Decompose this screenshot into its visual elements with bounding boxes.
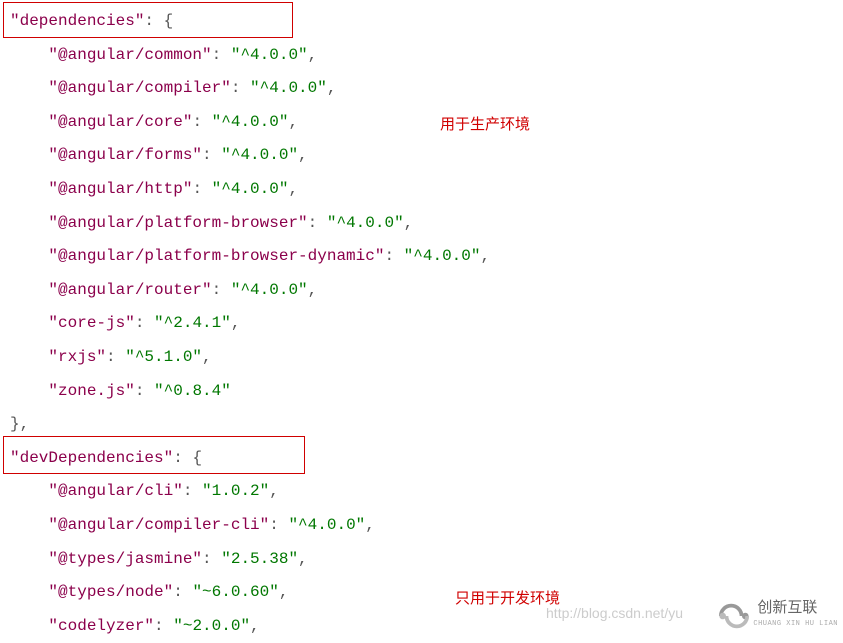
dep-entry: "@types/jasmine": "2.5.38", xyxy=(10,543,833,577)
colon: : xyxy=(192,180,211,198)
dependencies-key: "dependencies" xyxy=(10,12,144,30)
dep-value: "1.0.2" xyxy=(202,482,269,500)
dep-key: "zone.js" xyxy=(48,382,134,400)
comma: , xyxy=(308,46,318,64)
dep-entry: "codelyzer": "~2.0.0", xyxy=(10,610,833,643)
comma: , xyxy=(404,214,414,232)
colon: : xyxy=(212,46,231,64)
dep-entry: "@angular/cli": "1.0.2", xyxy=(10,475,833,509)
dep-key: "@angular/router" xyxy=(48,281,211,299)
dep-value: "^4.0.0" xyxy=(212,180,289,198)
dep-entry: "@angular/compiler-cli": "^4.0.0", xyxy=(10,509,833,543)
dep-entry: "@angular/platform-browser-dynamic": "^4… xyxy=(10,240,833,274)
colon: : xyxy=(183,482,202,500)
brand-name-cn: 创新互联 xyxy=(757,600,838,617)
dep-key: "@angular/common" xyxy=(48,46,211,64)
comma: , xyxy=(298,550,308,568)
colon: : xyxy=(269,516,288,534)
dep-value: "~6.0.60" xyxy=(192,583,278,601)
dep-entry: "core-js": "^2.4.1", xyxy=(10,307,833,341)
watermark-url: http://blog.csdn.net/yu xyxy=(546,599,683,628)
dep-key: "@angular/http" xyxy=(48,180,192,198)
dep-key: "@angular/forms" xyxy=(48,146,202,164)
dep-entry: "@angular/common": "^4.0.0", xyxy=(10,39,833,73)
colon: : xyxy=(135,382,154,400)
dep-value: "^4.0.0" xyxy=(404,247,481,265)
dep-key: "@angular/core" xyxy=(48,113,192,131)
colon: : xyxy=(173,583,192,601)
colon: : xyxy=(231,79,250,97)
dep-entry: "@angular/compiler": "^4.0.0", xyxy=(10,72,833,106)
dep-value: "^0.8.4" xyxy=(154,382,231,400)
dep-key: "codelyzer" xyxy=(48,617,154,635)
colon: : xyxy=(308,214,327,232)
brand-logo-icon xyxy=(715,600,753,632)
comma: , xyxy=(288,113,298,131)
open-brace: : { xyxy=(173,449,202,467)
dep-value: "^4.0.0" xyxy=(212,113,289,131)
dep-entry: "@angular/router": "^4.0.0", xyxy=(10,274,833,308)
dep-entry: "@angular/forms": "^4.0.0", xyxy=(10,139,833,173)
devdependencies-list: "@angular/cli": "1.0.2", "@angular/compi… xyxy=(10,475,833,643)
dep-value: "^4.0.0" xyxy=(288,516,365,534)
comma: , xyxy=(298,146,308,164)
dep-key: "@angular/compiler-cli" xyxy=(48,516,269,534)
dep-value: "^4.0.0" xyxy=(327,214,404,232)
colon: : xyxy=(202,146,221,164)
colon: : xyxy=(135,314,154,332)
open-brace: : { xyxy=(144,12,173,30)
dependencies-close: }, xyxy=(10,408,833,442)
colon: : xyxy=(192,113,211,131)
dep-entry: "zone.js": "^0.8.4" xyxy=(10,375,833,409)
dep-entry: "@types/node": "~6.0.60", xyxy=(10,576,833,610)
dep-value: "^4.0.0" xyxy=(231,281,308,299)
devdependencies-key: "devDependencies" xyxy=(10,449,173,467)
dep-key: "@types/jasmine" xyxy=(48,550,202,568)
dep-entry: "@angular/core": "^4.0.0", xyxy=(10,106,833,140)
annotation-production: 用于生产环境 xyxy=(440,110,530,142)
dep-key: "@angular/platform-browser" xyxy=(48,214,307,232)
dep-value: "^4.0.0" xyxy=(231,46,308,64)
colon: : xyxy=(212,281,231,299)
dep-value: "^2.4.1" xyxy=(154,314,231,332)
dep-value: "^4.0.0" xyxy=(250,79,327,97)
dep-entry: "@angular/platform-browser": "^4.0.0", xyxy=(10,207,833,241)
brand-logo: 创新互联 CHUANG XIN HU LIAN xyxy=(715,600,838,632)
annotation-development: 只用于开发环境 xyxy=(455,584,560,616)
comma: , xyxy=(250,617,260,635)
dep-value: "^4.0.0" xyxy=(221,146,298,164)
dep-value: "^5.1.0" xyxy=(125,348,202,366)
comma: , xyxy=(308,281,318,299)
dep-key: "@angular/cli" xyxy=(48,482,182,500)
colon: : xyxy=(202,550,221,568)
devdependencies-header: "devDependencies": { xyxy=(10,442,833,476)
comma: , xyxy=(288,180,298,198)
dep-entry: "@angular/http": "^4.0.0", xyxy=(10,173,833,207)
dep-key: "core-js" xyxy=(48,314,134,332)
dep-key: "@types/node" xyxy=(48,583,173,601)
comma: , xyxy=(480,247,490,265)
dep-key: "@angular/compiler" xyxy=(48,79,230,97)
dep-entry: "rxjs": "^5.1.0", xyxy=(10,341,833,375)
dep-value: "~2.0.0" xyxy=(173,617,250,635)
dep-key: "@angular/platform-browser-dynamic" xyxy=(48,247,384,265)
comma: , xyxy=(231,314,241,332)
dep-key: "rxjs" xyxy=(48,348,106,366)
comma: , xyxy=(202,348,212,366)
comma: , xyxy=(365,516,375,534)
brand-name-en: CHUANG XIN HU LIAN xyxy=(753,617,838,632)
comma: , xyxy=(269,482,279,500)
colon: : xyxy=(154,617,173,635)
dep-value: "2.5.38" xyxy=(221,550,298,568)
colon: : xyxy=(106,348,125,366)
colon: : xyxy=(384,247,403,265)
comma: , xyxy=(279,583,289,601)
dependencies-list: "@angular/common": "^4.0.0", "@angular/c… xyxy=(10,39,833,409)
dependencies-header: "dependencies": { xyxy=(10,5,833,39)
comma: , xyxy=(327,79,337,97)
